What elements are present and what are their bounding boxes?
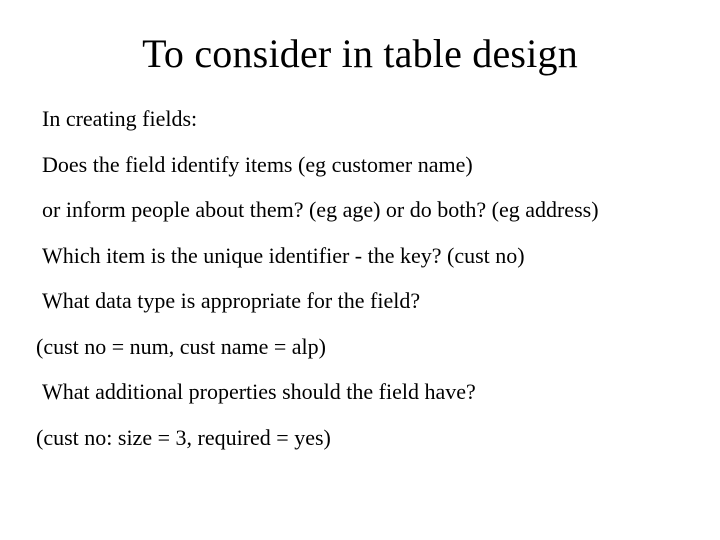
slide-title: To consider in table design	[36, 30, 684, 77]
body-line: or inform people about them? (eg age) or…	[42, 196, 684, 224]
body-line: What data type is appropriate for the fi…	[42, 287, 684, 315]
body-line: (cust no: size = 3, required = yes)	[36, 424, 684, 452]
body-line: (cust no = num, cust name = alp)	[36, 333, 684, 361]
body-line: In creating fields:	[42, 105, 684, 133]
body-line: What additional properties should the fi…	[42, 378, 684, 406]
slide: To consider in table design In creating …	[0, 0, 720, 540]
body-line: Does the field identify items (eg custom…	[42, 151, 684, 179]
body-line: Which item is the unique identifier - th…	[42, 242, 684, 270]
slide-body: In creating fields: Does the field ident…	[36, 105, 684, 451]
